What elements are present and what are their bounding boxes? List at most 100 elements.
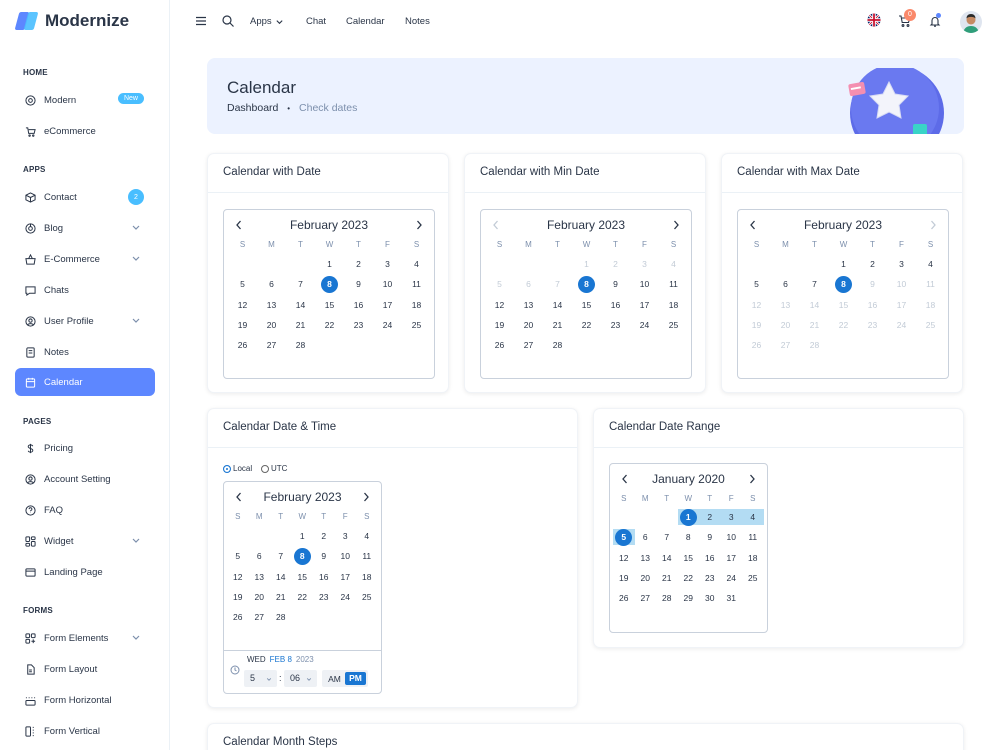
month-year-label[interactable]: January 2020 — [610, 472, 767, 486]
sidebar-item-account-setting[interactable]: Account Setting — [15, 465, 155, 493]
chevron-left-icon[interactable] — [748, 218, 758, 230]
day-cell[interactable]: 17 — [335, 569, 357, 585]
day-cell[interactable]: 26 — [227, 609, 249, 625]
day-cell[interactable]: 15 — [678, 550, 700, 566]
sidebar-item-eshop[interactable]: E-Commerce — [15, 245, 155, 273]
day-cell[interactable]: 8 — [315, 276, 344, 294]
day-cell[interactable]: 15 — [572, 297, 601, 313]
minute-select[interactable]: 06 — [284, 670, 317, 687]
month-year-label[interactable]: February 2023 — [224, 490, 381, 504]
topbar-link-calendar[interactable]: Calendar — [346, 16, 385, 27]
date-range-picker[interactable]: January 2020 S M T W T F S 1 2 3 4 5 6 7 8 9 10 11 12 13 14 15… — [609, 463, 768, 633]
day-cell[interactable]: 17 — [630, 297, 659, 313]
day-cell[interactable]: 6 — [635, 529, 657, 545]
day-cell[interactable]: 21 — [286, 317, 315, 333]
day-cell[interactable]: 12 — [742, 297, 771, 313]
hour-select[interactable]: 5 — [244, 670, 277, 687]
day-cell[interactable]: 7 — [800, 276, 829, 292]
day-cell[interactable]: 16 — [858, 297, 887, 313]
day-cell[interactable]: 21 — [543, 317, 572, 333]
radio-utc[interactable]: UTC — [261, 464, 287, 473]
day-cell[interactable]: 25 — [916, 317, 945, 333]
day-cell[interactable]: 24 — [721, 570, 743, 586]
day-cell[interactable]: 18 — [916, 297, 945, 313]
day-cell[interactable]: 7 — [543, 276, 572, 292]
day-cell[interactable]: 28 — [286, 337, 315, 353]
day-cell[interactable]: 16 — [699, 550, 721, 566]
sidebar-item-pricing[interactable]: Pricing — [15, 434, 155, 462]
day-cell[interactable]: 9 — [858, 276, 887, 292]
brand-logo[interactable]: Modernize — [14, 11, 129, 31]
day-cell[interactable]: 18 — [659, 297, 688, 313]
day-cell[interactable]: 23 — [699, 570, 721, 586]
day-cell[interactable]: 12 — [613, 550, 635, 566]
sidebar-item-user-profile[interactable]: User Profile — [15, 307, 155, 335]
sidebar-item-calendar[interactable]: Calendar — [15, 368, 155, 396]
chevron-right-icon[interactable] — [414, 218, 424, 230]
day-cell[interactable]: 28 — [656, 590, 678, 606]
day-cell[interactable]: 18 — [402, 297, 431, 313]
day-cell[interactable]: 5 — [613, 529, 635, 547]
day-cell[interactable]: 10 — [335, 548, 357, 564]
chevron-left-icon[interactable] — [620, 472, 630, 484]
day-cell[interactable]: 11 — [742, 529, 764, 545]
day-cell[interactable]: 10 — [721, 529, 743, 545]
day-cell[interactable]: 24 — [630, 317, 659, 333]
am-button[interactable]: AM — [324, 674, 345, 684]
day-cell[interactable]: 28 — [543, 337, 572, 353]
day-cell[interactable]: 7 — [656, 529, 678, 545]
day-cell[interactable]: 27 — [771, 337, 800, 353]
breadcrumb-home[interactable]: Dashboard — [227, 102, 278, 114]
day-cell[interactable]: 7 — [270, 548, 292, 564]
chevron-right-icon[interactable] — [928, 218, 938, 230]
day-cell[interactable]: 4 — [742, 509, 764, 525]
day-cell[interactable]: 14 — [656, 550, 678, 566]
day-cell[interactable]: 1 — [572, 256, 601, 272]
day-cell[interactable]: 11 — [916, 276, 945, 292]
day-cell[interactable]: 16 — [344, 297, 373, 313]
day-cell[interactable]: 9 — [344, 276, 373, 292]
day-cell[interactable]: 16 — [601, 297, 630, 313]
day-cell[interactable]: 3 — [335, 528, 357, 544]
day-cell[interactable]: 3 — [720, 509, 742, 525]
day-cell[interactable]: 18 — [742, 550, 764, 566]
sidebar-item-form-elements[interactable]: Form Elements — [15, 624, 155, 652]
day-cell[interactable]: 8 — [678, 529, 700, 545]
sidebar-item-contact[interactable]: Contact 2 — [15, 183, 155, 211]
day-cell[interactable]: 26 — [485, 337, 514, 353]
day-cell[interactable]: 24 — [335, 589, 357, 605]
month-year-label[interactable]: February 2023 — [738, 218, 948, 232]
day-cell[interactable]: 7 — [286, 276, 315, 292]
day-cell[interactable]: 18 — [356, 569, 378, 585]
day-cell[interactable]: 27 — [514, 337, 543, 353]
day-cell[interactable]: 25 — [742, 570, 764, 586]
day-cell[interactable]: 17 — [887, 297, 916, 313]
topbar-link-notes[interactable]: Notes — [405, 16, 430, 27]
menu-icon[interactable] — [194, 14, 208, 28]
sidebar-item-widget[interactable]: Widget — [15, 527, 155, 555]
day-cell[interactable]: 14 — [800, 297, 829, 313]
day-cell[interactable]: 23 — [344, 317, 373, 333]
date-picker[interactable]: February 2023 S M T W T F S 1 2 3 4 5 6 7 8 9 10 11 12 13 14 1… — [480, 209, 692, 379]
day-cell[interactable]: 12 — [485, 297, 514, 313]
day-cell[interactable]: 27 — [257, 337, 286, 353]
day-cell[interactable]: 14 — [286, 297, 315, 313]
day-cell[interactable]: 12 — [227, 569, 249, 585]
day-cell[interactable]: 1 — [829, 256, 858, 272]
day-cell[interactable]: 16 — [313, 569, 335, 585]
day-cell[interactable]: 17 — [373, 297, 402, 313]
day-cell[interactable]: 17 — [721, 550, 743, 566]
day-cell[interactable]: 6 — [249, 548, 271, 564]
radio-local[interactable]: Local — [223, 464, 252, 473]
sidebar-item-modern[interactable]: Modern New — [15, 86, 155, 114]
day-cell[interactable]: 13 — [771, 297, 800, 313]
day-cell[interactable]: 5 — [485, 276, 514, 292]
day-cell[interactable]: 5 — [228, 276, 257, 292]
day-cell[interactable]: 2 — [858, 256, 887, 272]
day-cell[interactable]: 3 — [887, 256, 916, 272]
day-cell[interactable]: 10 — [887, 276, 916, 292]
day-cell[interactable]: 22 — [292, 589, 314, 605]
day-cell[interactable]: 23 — [858, 317, 887, 333]
day-cell[interactable]: 3 — [630, 256, 659, 272]
sidebar-item-faq[interactable]: FAQ — [15, 496, 155, 524]
